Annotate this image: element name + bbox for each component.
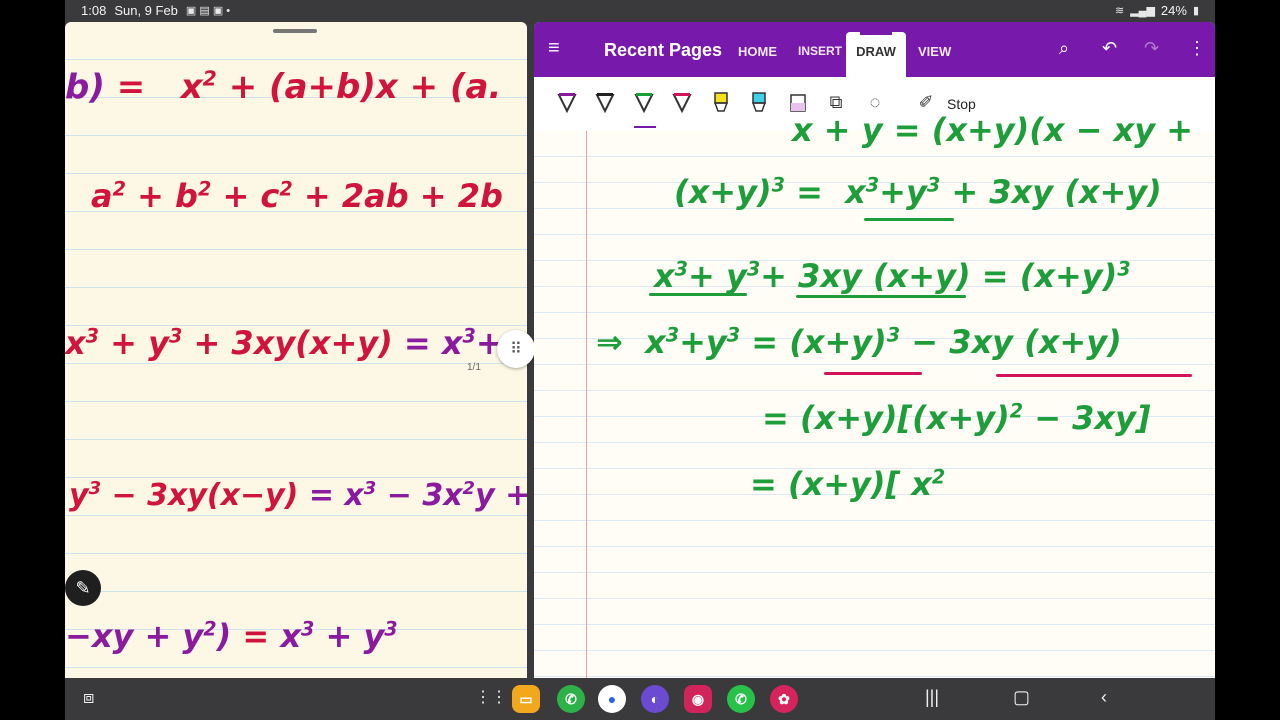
files-app-icon[interactable]: ▭ — [512, 685, 540, 713]
more-options-icon[interactable]: ⋮ — [1188, 38, 1206, 59]
underline-left-sum — [649, 293, 747, 296]
pink-underline-x-plus-y — [824, 372, 922, 375]
note-line-0: x + y = (x+y)(x − xy + — [792, 111, 1194, 149]
status-bar: 1:08 Sun, 9 Feb ▣ ▤ ▣ • ≋ ▂▄▆ 24% ▮ — [65, 0, 1215, 22]
tablet-screen: 1:08 Sun, 9 Feb ▣ ▤ ▣ • ≋ ▂▄▆ 24% ▮ b) =… — [65, 0, 1215, 720]
pen-pink-icon[interactable] — [671, 91, 693, 115]
status-time: 1:08 — [81, 3, 107, 18]
grip-icon: ⠿ — [510, 341, 522, 358]
screenshot-icon[interactable]: ⧈ — [83, 687, 94, 708]
recent-pages-title[interactable]: Recent Pages — [604, 40, 722, 61]
internet-app-icon[interactable]: ◐ — [641, 685, 669, 713]
home-icon[interactable]: ▢ — [1013, 687, 1030, 708]
note-canvas[interactable]: x + y = (x+y)(x − xy + (x+y)3 = x3+y3 + … — [534, 111, 1215, 678]
gallery-app-icon[interactable]: ✿ — [770, 685, 798, 713]
split-drag-button[interactable]: ⠿ — [497, 330, 535, 368]
ink-replay-icon[interactable]: ✐ — [915, 91, 937, 113]
note-line-4: = (x+y)[(x+y)2 − 3xy] — [762, 399, 1151, 437]
redo-icon[interactable]: ↷ — [1144, 38, 1159, 59]
stop-button[interactable]: Stop — [947, 96, 976, 112]
onenote-toolbar: ≡ Recent Pages HOME INSERT DRAW VIEW ⌕ ↶… — [534, 22, 1215, 77]
left-line-3: x3 + y3 + 3xy(x+y) = x3+ — [65, 324, 503, 362]
lasso-select-icon[interactable]: ◌ — [864, 91, 886, 113]
pink-underline-3xy — [996, 374, 1192, 377]
left-line-2: a2 + b2 + c2 + 2ab + 2b — [91, 177, 503, 215]
tab-insert[interactable]: INSERT — [798, 44, 842, 58]
battery-level: 24% — [1160, 3, 1187, 18]
wifi-icon: ≋ — [1114, 5, 1125, 17]
left-line-4: y3 − 3xy(x−y) = x3 − 3x2y + — [69, 478, 527, 513]
navigation-bar: ⧈ ⋮⋮⋮ ▭ ✆ ● ◐ ◉ ✆ ✿ ||| ▢ ‹ — [65, 678, 1215, 720]
left-line-1: b) = x2 + (a+b)x + (a. — [65, 67, 502, 108]
note-line-5: = (x+y)[ x2 — [750, 465, 946, 503]
underline-3xy-term — [796, 295, 966, 298]
window-grab-handle[interactable] — [273, 29, 317, 33]
search-icon[interactable]: ⌕ — [1059, 38, 1069, 59]
back-icon[interactable]: ‹ — [1101, 687, 1107, 708]
note-line-1: (x+y)3 = x3+y3 + 3xy (x+y) — [674, 173, 1162, 211]
tab-draw[interactable]: DRAW — [846, 32, 906, 77]
highlighter-cyan-icon[interactable] — [748, 91, 770, 115]
tab-draw-label: DRAW — [856, 44, 896, 59]
pen-green-icon[interactable] — [633, 91, 655, 115]
tab-view[interactable]: VIEW — [918, 44, 951, 59]
underline-x3-y3 — [864, 218, 954, 221]
pencil-edit-button[interactable]: ✎ — [65, 570, 101, 606]
recent-apps-icon[interactable]: ||| — [925, 687, 939, 708]
tab-home[interactable]: HOME — [738, 44, 777, 59]
left-notes-pane[interactable]: b) = x2 + (a+b)x + (a. a2 + b2 + c2 + 2a… — [65, 22, 527, 678]
note-line-3: ⇒ x3+y3 = (x+y)3 − 3xy (x+y) — [596, 323, 1122, 361]
page-indicator: 1/1 — [467, 362, 481, 373]
highlighter-yellow-icon[interactable] — [710, 91, 732, 115]
camera-app-icon[interactable]: ◉ — [684, 685, 712, 713]
onenote-pane: ≡ Recent Pages HOME INSERT DRAW VIEW ⌕ ↶… — [534, 22, 1215, 678]
left-line-5: −xy + y2) = x3 + y3 — [65, 617, 398, 655]
phone-app-icon[interactable]: ✆ — [557, 685, 585, 713]
menu-icon[interactable]: ≡ — [548, 38, 568, 58]
status-date: Sun, 9 Feb — [114, 3, 178, 18]
selected-pen-indicator — [634, 126, 656, 128]
whatsapp-app-icon[interactable]: ✆ — [727, 685, 755, 713]
signal-icon: ▂▄▆ — [1130, 5, 1155, 17]
undo-icon[interactable]: ↶ — [1102, 38, 1117, 59]
pen-purple-icon[interactable] — [556, 91, 578, 115]
battery-icon: ▮ — [1192, 5, 1199, 17]
shapes-icon[interactable]: ⧉ — [825, 91, 847, 113]
margin-line — [586, 131, 587, 678]
active-tab-indicator — [860, 32, 892, 35]
note-line-2: x3+ y3+ 3xy (x+y) = (x+y)3 — [654, 257, 1131, 295]
pencil-icon: ✎ — [75, 577, 91, 598]
pen-black-icon[interactable] — [594, 91, 616, 115]
messages-app-icon[interactable]: ● — [598, 685, 626, 713]
notification-icons: ▣ ▤ ▣ • — [185, 5, 231, 17]
